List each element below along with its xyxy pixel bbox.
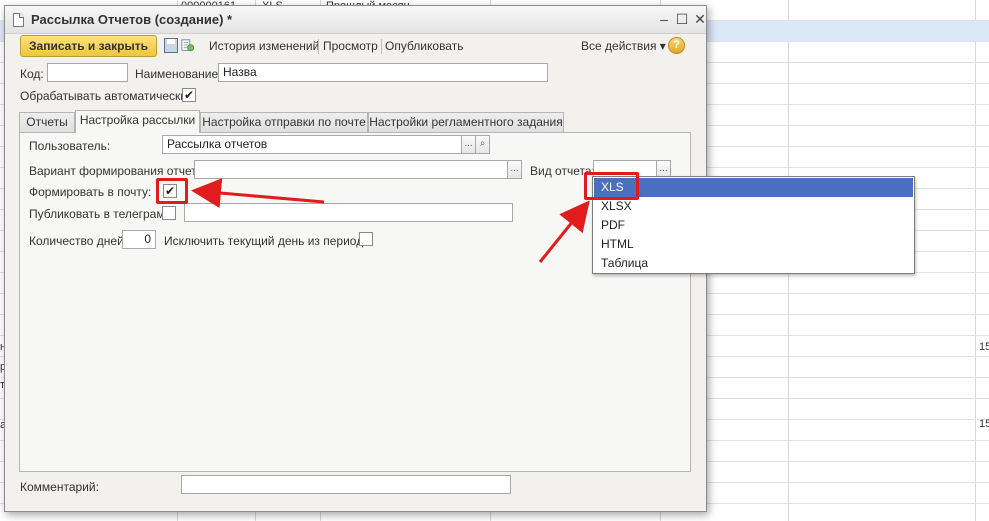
tab-reports[interactable]: Отчеты [19, 112, 75, 133]
user-label: Пользователь: [29, 139, 111, 153]
variant-label: Вариант формирования отчета: [29, 164, 207, 178]
history-icon [181, 39, 195, 52]
highlight-email-checkbox [156, 178, 188, 204]
exclude-current-day-checkbox[interactable] [359, 232, 373, 246]
user-select-button[interactable]: ... [461, 135, 476, 154]
help-icon[interactable]: ? [668, 37, 685, 54]
tab-email-settings[interactable]: Настройка отправки по почте [200, 112, 368, 133]
toolbar-divider [381, 39, 382, 54]
comment-field[interactable] [181, 475, 511, 494]
dropdown-option-xls[interactable]: XLS [594, 178, 913, 197]
highlight-xls-option [584, 172, 639, 200]
user-field[interactable]: Рассылка отчетов [162, 135, 462, 154]
name-label: Наименование: [135, 67, 222, 81]
days-label: Количество дней: [29, 234, 128, 248]
bg-right-value: 15 [979, 418, 989, 430]
window-title: Рассылка Отчетов (создание) * [31, 12, 233, 27]
days-field[interactable]: 0 [122, 230, 156, 249]
telegram-label: Публиковать в телеграм: [29, 207, 168, 221]
variant-field[interactable] [194, 160, 508, 179]
bg-right-value: 15 [979, 341, 989, 353]
telegram-checkbox[interactable] [162, 206, 176, 220]
auto-process-checkbox[interactable]: ✔ [182, 88, 196, 102]
history-link[interactable]: История изменений [209, 39, 319, 53]
dropdown-option-pdf[interactable]: PDF [594, 216, 913, 235]
close-button[interactable]: ✕ [691, 10, 709, 28]
report-type-dropdown: XLS XLSX PDF HTML Таблица [592, 176, 915, 274]
name-field[interactable]: Назва [218, 63, 548, 82]
exclude-current-day-label: Исключить текущий день из периода: [164, 234, 374, 248]
maximize-button[interactable]: ☐ [673, 10, 691, 28]
comment-label: Комментарий: [20, 480, 99, 494]
code-field[interactable] [47, 63, 128, 82]
preview-link[interactable]: Просмотр [323, 39, 378, 53]
email-label: Формировать в почту: [29, 185, 152, 199]
search-icon[interactable]: ⌕ [475, 135, 490, 154]
dropdown-option-xlsx[interactable]: XLSX [594, 197, 913, 216]
minimize-button[interactable]: – [655, 10, 673, 28]
toolbar-divider [318, 39, 319, 54]
telegram-field[interactable] [184, 203, 513, 222]
publish-link[interactable]: Опубликовать [385, 39, 463, 53]
document-icon [13, 13, 24, 27]
tab-mailing-settings[interactable]: Настройка рассылки [75, 110, 200, 133]
title-bar[interactable]: Рассылка Отчетов (создание) * – ☐ ✕ [5, 6, 706, 34]
tab-schedule-settings[interactable]: Настройки регламентного задания [368, 112, 564, 133]
dropdown-option-table[interactable]: Таблица [594, 254, 913, 273]
save-and-close-button[interactable]: Записать и закрыть [20, 35, 157, 57]
auto-process-label: Обрабатывать автоматически: [20, 89, 191, 103]
save-icon[interactable] [164, 38, 178, 53]
variant-select-button[interactable]: ... [507, 160, 522, 179]
code-label: Код: [20, 67, 44, 81]
all-actions-menu[interactable]: Все действия ▾ [581, 39, 666, 53]
dropdown-option-html[interactable]: HTML [594, 235, 913, 254]
